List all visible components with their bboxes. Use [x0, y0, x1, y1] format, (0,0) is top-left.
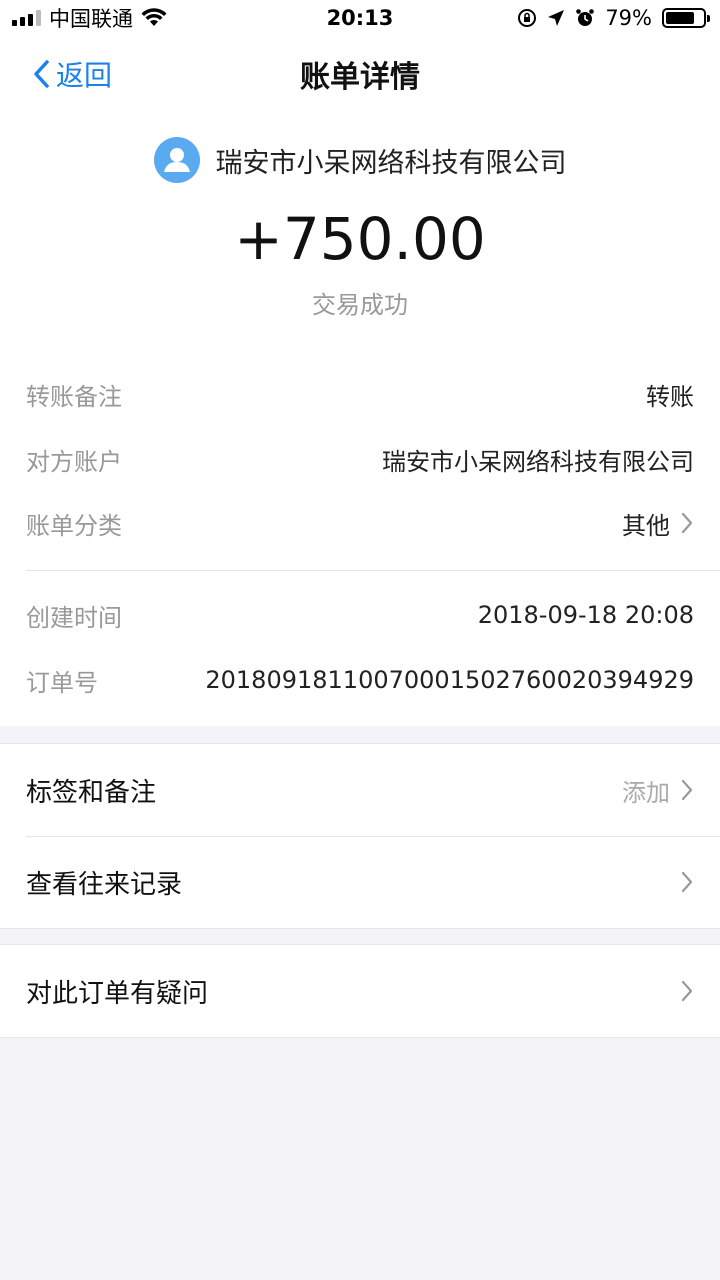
- transaction-details: 转账备注 转账 对方账户 瑞安市小呆网络科技有限公司 账单分类 其他 创建时间 …: [0, 352, 720, 726]
- action-group-2: 对此订单有疑问: [0, 944, 720, 1038]
- history-label: 查看往来记录: [26, 869, 183, 900]
- category-text: 其他: [622, 511, 670, 540]
- transaction-summary: 瑞安市小呆网络科技有限公司 +750.00 交易成功: [0, 112, 720, 352]
- category-value[interactable]: 其他: [622, 506, 694, 541]
- detail-row-created-time: 创建时间 2018-09-18 20:08: [26, 583, 694, 647]
- chevron-right-icon: [681, 512, 693, 534]
- question-label: 对此订单有疑问: [26, 978, 209, 1009]
- detail-row-category[interactable]: 账单分类 其他: [26, 491, 694, 555]
- alarm-icon: [576, 9, 595, 26]
- transaction-status: 交易成功: [312, 291, 408, 319]
- payee: 瑞安市小呆网络科技有限公司: [0, 134, 720, 186]
- chevron-right-icon: [681, 779, 693, 801]
- status-right: 79%: [517, 0, 710, 36]
- history-arrow: [680, 871, 694, 893]
- detail-label: 订单号: [26, 668, 98, 697]
- view-history-row[interactable]: 查看往来记录: [0, 836, 720, 928]
- user-icon: [163, 148, 190, 172]
- action-group-1: 标签和备注 添加 查看往来记录: [0, 743, 720, 929]
- detail-label: 对方账户: [26, 447, 122, 476]
- detail-value: 转账: [646, 382, 694, 411]
- nav-bar: 返回 账单详情: [0, 36, 720, 112]
- tags-add: 添加: [622, 773, 694, 808]
- detail-row-counterparty: 对方账户 瑞安市小呆网络科技有限公司: [26, 427, 694, 491]
- order-question-row[interactable]: 对此订单有疑问: [0, 945, 720, 1037]
- battery-percent: 79%: [605, 6, 652, 30]
- avatar: [153, 137, 200, 183]
- detail-row-order-number: 订单号 20180918110070001502760020394929: [26, 648, 694, 712]
- payee-name: 瑞安市小呆网络科技有限公司: [215, 147, 567, 179]
- chevron-right-icon: [681, 871, 693, 893]
- page-title: 账单详情: [300, 60, 420, 95]
- transaction-amount: +750.00: [234, 205, 486, 273]
- status-bar: 中国联通 20:13 79%: [0, 0, 720, 36]
- question-arrow: [680, 980, 694, 1002]
- chevron-right-icon: [681, 980, 693, 1002]
- detail-row-remark: 转账备注 转账: [26, 362, 694, 426]
- tags-hint: 添加: [622, 778, 670, 807]
- battery-icon: [662, 8, 710, 28]
- tags-and-notes-row[interactable]: 标签和备注 添加: [0, 744, 720, 836]
- detail-value: 瑞安市小呆网络科技有限公司: [382, 447, 694, 476]
- detail-label: 账单分类: [26, 511, 122, 540]
- bill-detail-screen: 中国联通 20:13 79% 返回 账单详情 瑞安市小呆网络科技有限公司 +75…: [0, 0, 720, 1280]
- rotation-lock-icon: [518, 9, 537, 27]
- detail-value: 20180918110070001502760020394929: [205, 666, 694, 694]
- detail-label: 转账备注: [26, 382, 122, 411]
- tags-label: 标签和备注: [26, 777, 157, 808]
- battery-fill: [666, 12, 695, 24]
- location-icon: [548, 10, 565, 26]
- detail-label: 创建时间: [26, 603, 122, 632]
- divider: [26, 570, 720, 571]
- detail-value: 2018-09-18 20:08: [477, 601, 694, 629]
